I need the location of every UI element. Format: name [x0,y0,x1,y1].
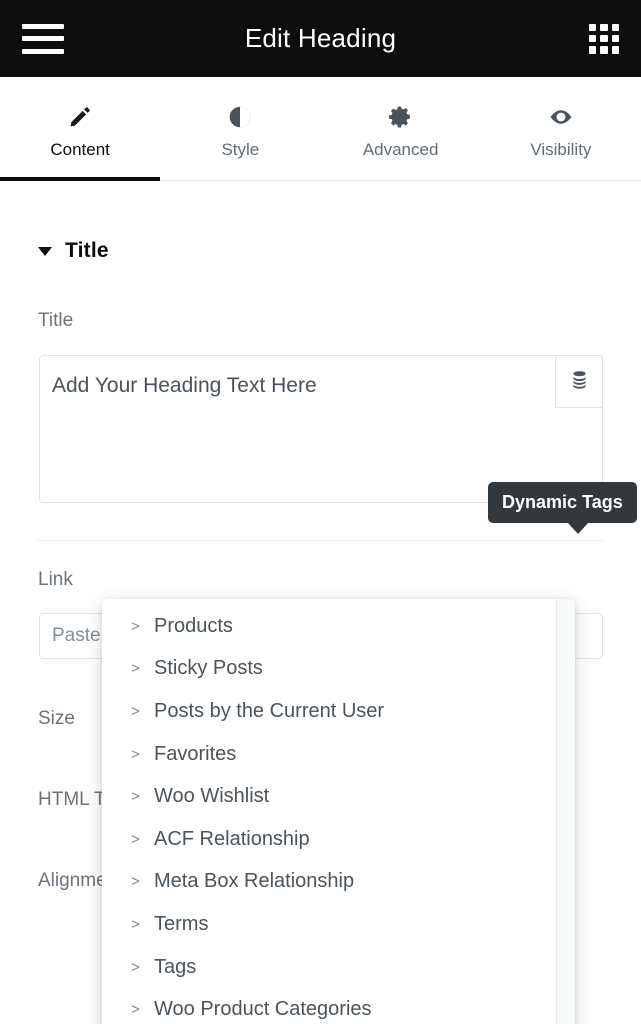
tab-label: Content [50,141,110,158]
page-title: Edit Heading [0,23,641,54]
dropdown-item-label: Woo Wishlist [154,785,269,808]
tab-label: Visibility [530,141,591,158]
dropdown-item[interactable]: > Tags [102,946,575,989]
contrast-icon [227,104,253,130]
dropdown-item-label: Favorites [154,743,236,766]
hamburger-bar [22,49,64,54]
chevron-right-icon: > [131,704,141,719]
dropdown-item[interactable]: > Products [102,605,575,648]
content-panel: Title Title Dynamic Tags Link Size HTML … [0,181,641,1024]
size-field-label: Size [38,708,75,730]
chevron-right-icon: > [131,789,141,804]
tab-content[interactable]: Content [0,77,160,180]
tab-label: Style [221,141,259,158]
title-field-label: Title [38,310,73,332]
tooltip-arrow [567,522,589,534]
title-input-wrapper [39,355,603,503]
dropdown-item-label: Terms [154,913,208,936]
database-icon [569,369,590,395]
dropdown-item-label: ACF Relationship [154,828,310,851]
dropdown-item-label: Posts by the Current User [154,700,384,723]
dropdown-item[interactable]: > Posts by the Current User [102,690,575,733]
dropdown-item-label: Meta Box Relationship [154,870,354,893]
dropdown-scrollbar[interactable] [556,599,575,1024]
chevron-right-icon: > [131,917,141,932]
dropdown-item[interactable]: > Woo Wishlist [102,775,575,818]
grid-cell [600,35,607,42]
section-toggle-title[interactable]: Title [38,239,109,263]
gear-icon [388,104,413,130]
eye-icon [547,104,575,130]
dynamic-tags-button[interactable] [555,355,603,408]
grid-cell [612,35,619,42]
tab-style[interactable]: Style [160,77,320,180]
apps-grid-icon[interactable] [589,24,619,54]
chevron-right-icon: > [131,1002,141,1017]
section-title: Title [65,239,109,263]
chevron-right-icon: > [131,960,141,975]
grid-cell [589,24,596,31]
dropdown-item-label: Sticky Posts [154,657,263,680]
dropdown-item[interactable]: > Terms [102,903,575,946]
tab-visibility[interactable]: Visibility [481,77,641,180]
grid-cell [589,46,596,53]
tab-advanced[interactable]: Advanced [321,77,481,180]
grid-cell [600,46,607,53]
tab-bar: Content Style Advanced Visibility [0,77,641,181]
dynamic-tags-tooltip: Dynamic Tags [488,482,637,523]
chevron-right-icon: > [131,874,141,889]
hamburger-bar [22,36,64,41]
dropdown-list: > Products > Sticky Posts > Posts by the Curr… [102,599,575,1024]
dropdown-item[interactable]: > Sticky Posts [102,648,575,691]
dropdown-item-label: Products [154,615,233,638]
tooltip-text: Dynamic Tags [502,492,623,513]
grid-cell [612,24,619,31]
link-field-label: Link [38,569,73,591]
grid-cell [589,35,596,42]
pencil-icon [68,104,92,130]
chevron-right-icon: > [131,832,141,847]
hamburger-bar [22,24,64,29]
hamburger-menu-icon[interactable] [22,24,64,54]
grid-cell [612,46,619,53]
caret-down-icon [38,247,52,256]
app-header: Edit Heading [0,0,641,77]
dropdown-item[interactable]: > Favorites [102,733,575,776]
title-input[interactable] [40,356,602,502]
dropdown-item[interactable]: > ACF Relationship [102,818,575,861]
section-divider [38,540,604,541]
tab-label: Advanced [363,141,439,158]
grid-cell [600,24,607,31]
dropdown-item[interactable]: > Meta Box Relationship [102,861,575,904]
dropdown-item[interactable]: > Woo Product Categories [102,988,575,1024]
dynamic-tags-dropdown: > Products > Sticky Posts > Posts by the Curr… [102,599,575,1024]
chevron-right-icon: > [131,619,141,634]
chevron-right-icon: > [131,661,141,676]
dropdown-item-label: Tags [154,956,196,979]
chevron-right-icon: > [131,747,141,762]
dropdown-item-label: Woo Product Categories [154,998,372,1021]
